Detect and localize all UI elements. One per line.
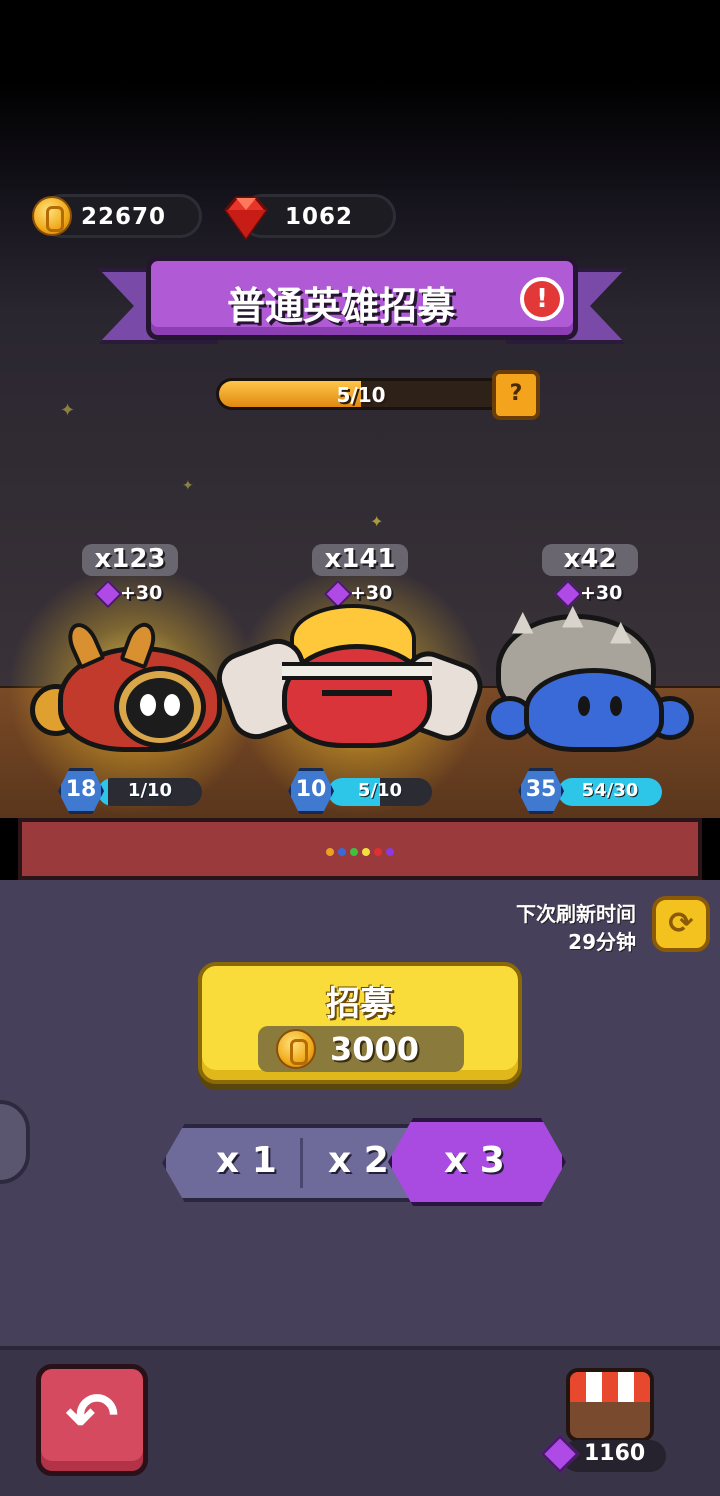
page-dot	[386, 848, 394, 856]
refresh-icon: ⟳	[668, 906, 694, 941]
hero-eye	[164, 694, 180, 716]
gold-coin-icon	[32, 196, 72, 236]
multiplier-divider	[300, 1138, 303, 1188]
hero-level-bar: 54/30	[558, 778, 662, 806]
progress-label: 5/10	[336, 383, 386, 407]
recruit-button[interactable]: 招募 3000	[198, 962, 522, 1084]
hero-eye	[578, 696, 590, 716]
sparkle-icon: ✦	[182, 478, 194, 494]
hero-level-bar: 5/10	[328, 778, 432, 806]
multiplier-x3: x 3	[444, 1140, 505, 1181]
hero-bonus: +30	[580, 582, 623, 604]
hero-eye	[610, 696, 622, 716]
hero-level-bar: 1/10	[98, 778, 202, 806]
refresh-button[interactable]: ⟳	[652, 896, 710, 952]
help-button[interactable]: ?	[492, 370, 540, 420]
back-button[interactable]: ↶	[36, 1364, 148, 1476]
sparkle-icon: ✦	[370, 512, 384, 531]
hero-shard-progress: 54/30	[581, 780, 639, 801]
sparkle-icon: ✦	[60, 400, 76, 421]
hero-body	[524, 668, 664, 752]
hero-eye	[140, 694, 156, 716]
page-indicator	[326, 848, 396, 858]
hero-bonus: +30	[120, 582, 163, 604]
page-dot	[350, 848, 358, 856]
recruit-label: 招募	[326, 984, 394, 1024]
hero-count: x141	[312, 544, 408, 576]
red-ruby-icon	[224, 196, 268, 241]
page-title: 普通英雄招募	[226, 284, 455, 328]
hero-shard-progress: 5/10	[357, 780, 403, 801]
shop-awning	[570, 1372, 650, 1402]
hero-gunner[interactable]	[30, 618, 226, 752]
title-banner: 普通英雄招募	[146, 256, 578, 340]
hero-shard-progress: 1/10	[127, 780, 173, 801]
hero-spiked-slime[interactable]: ▲ ▲ ▲	[486, 598, 696, 754]
back-arrow-icon: ↶	[65, 1380, 119, 1454]
hero-headband	[282, 662, 432, 680]
multiplier-x1[interactable]: x 1	[216, 1140, 277, 1181]
page-dot	[374, 848, 382, 856]
multiplier-x3-selected[interactable]: x 3	[388, 1118, 566, 1206]
recruit-cost: 3000	[258, 1026, 464, 1072]
page-dot	[362, 848, 370, 856]
hero-body	[282, 644, 432, 748]
hero-eyes	[322, 690, 392, 696]
hero-count: x42	[542, 544, 638, 576]
multiplier-x2[interactable]: x 2	[328, 1140, 389, 1181]
pity-progress-bar: 5/10	[216, 378, 506, 410]
spike-icon: ▲	[512, 604, 534, 637]
spike-icon: ▲	[610, 614, 632, 647]
hero-count: x123	[82, 544, 178, 576]
hero-face	[126, 678, 194, 738]
shop-gem-count: 1160	[584, 1441, 646, 1466]
page-dot	[326, 848, 334, 856]
recruit-cost-value: 3000	[330, 1030, 420, 1068]
refresh-label: 下次刷新时间	[516, 902, 636, 926]
coin-count: 22670	[81, 204, 167, 230]
alert-icon[interactable]: !	[520, 277, 564, 321]
hero-bonus: +30	[350, 582, 393, 604]
refresh-time: 29分钟	[568, 930, 636, 954]
page-dot	[338, 848, 346, 856]
gem-count: 1062	[285, 204, 354, 230]
hero-fighter[interactable]	[209, 604, 490, 754]
gold-coin-icon	[276, 1029, 316, 1069]
spike-icon: ▲	[562, 598, 584, 631]
shop-button[interactable]	[566, 1368, 654, 1442]
